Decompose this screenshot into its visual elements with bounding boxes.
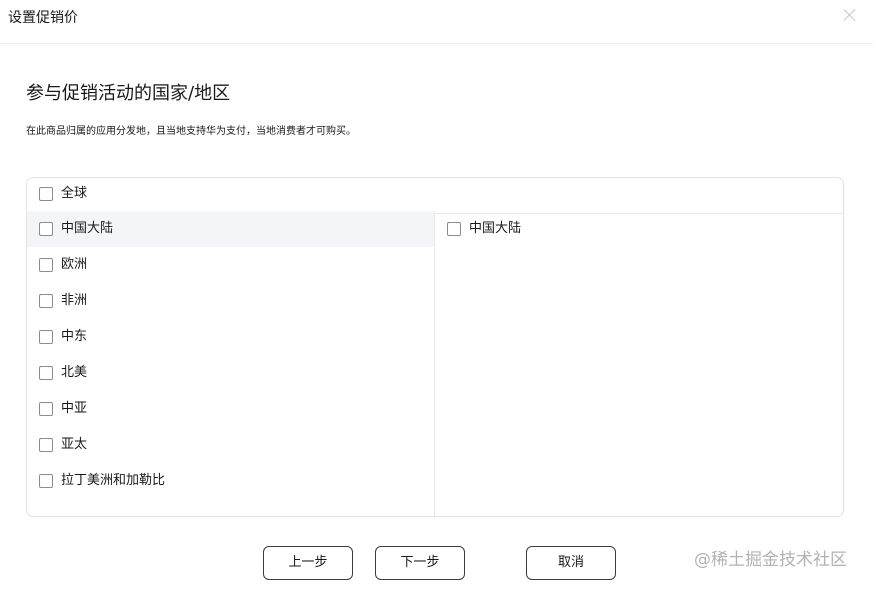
region-checkbox[interactable] [39, 330, 53, 344]
select-all-row[interactable]: 全球 [27, 178, 843, 214]
watermark: @稀土掘金技术社区 [694, 550, 847, 570]
region-checkbox[interactable] [39, 366, 53, 380]
country-item[interactable]: 中国大陆 [435, 211, 843, 247]
region-item[interactable]: 北美 [27, 355, 434, 391]
region-item[interactable]: 中国大陆 [27, 211, 434, 247]
region-item[interactable]: 拉丁美洲和加勒比 [27, 463, 434, 499]
region-label: 中国大陆 [61, 221, 114, 236]
dialog-title: 设置促销价 [8, 10, 78, 26]
region-label: 中东 [61, 329, 88, 344]
region-checkbox[interactable] [39, 474, 53, 488]
close-icon[interactable] [841, 6, 859, 24]
region-label: 中亚 [61, 401, 88, 416]
region-label: 欧洲 [61, 257, 88, 272]
section-description: 在此商品归属的应用分发地，且当地支持华为支付，当地消费者才可购买。 [26, 126, 356, 137]
country-checkbox[interactable] [447, 222, 461, 236]
region-item[interactable]: 欧洲 [27, 247, 434, 283]
region-item[interactable]: 非洲 [27, 283, 434, 319]
region-item[interactable]: 中亚 [27, 391, 434, 427]
region-selector-panel: 全球 中国大陆 欧洲 非洲 中东 北美 中亚 亚太 拉丁美洲和加勒比 中国大陆 [26, 177, 844, 517]
region-checkbox[interactable] [39, 294, 53, 308]
region-label: 北美 [61, 365, 88, 380]
cancel-button[interactable]: 取消 [526, 546, 616, 580]
country-list: 中国大陆 [435, 211, 843, 516]
region-label: 非洲 [61, 293, 88, 308]
next-step-button[interactable]: 下一步 [375, 546, 465, 580]
region-item[interactable]: 亚太 [27, 427, 434, 463]
region-list: 中国大陆 欧洲 非洲 中东 北美 中亚 亚太 拉丁美洲和加勒比 [27, 211, 435, 516]
region-checkbox[interactable] [39, 438, 53, 452]
region-checkbox[interactable] [39, 402, 53, 416]
region-label: 亚太 [61, 437, 88, 452]
region-label: 拉丁美洲和加勒比 [61, 473, 166, 488]
dialog-header: 设置促销价 [0, 0, 873, 44]
select-all-label: 全球 [61, 186, 88, 201]
country-label: 中国大陆 [469, 221, 522, 236]
prev-step-button[interactable]: 上一步 [263, 546, 353, 580]
region-checkbox[interactable] [39, 222, 53, 236]
select-all-checkbox[interactable] [39, 187, 53, 201]
region-checkbox[interactable] [39, 258, 53, 272]
region-item[interactable]: 中东 [27, 319, 434, 355]
section-title: 参与促销活动的国家/地区 [26, 83, 231, 104]
